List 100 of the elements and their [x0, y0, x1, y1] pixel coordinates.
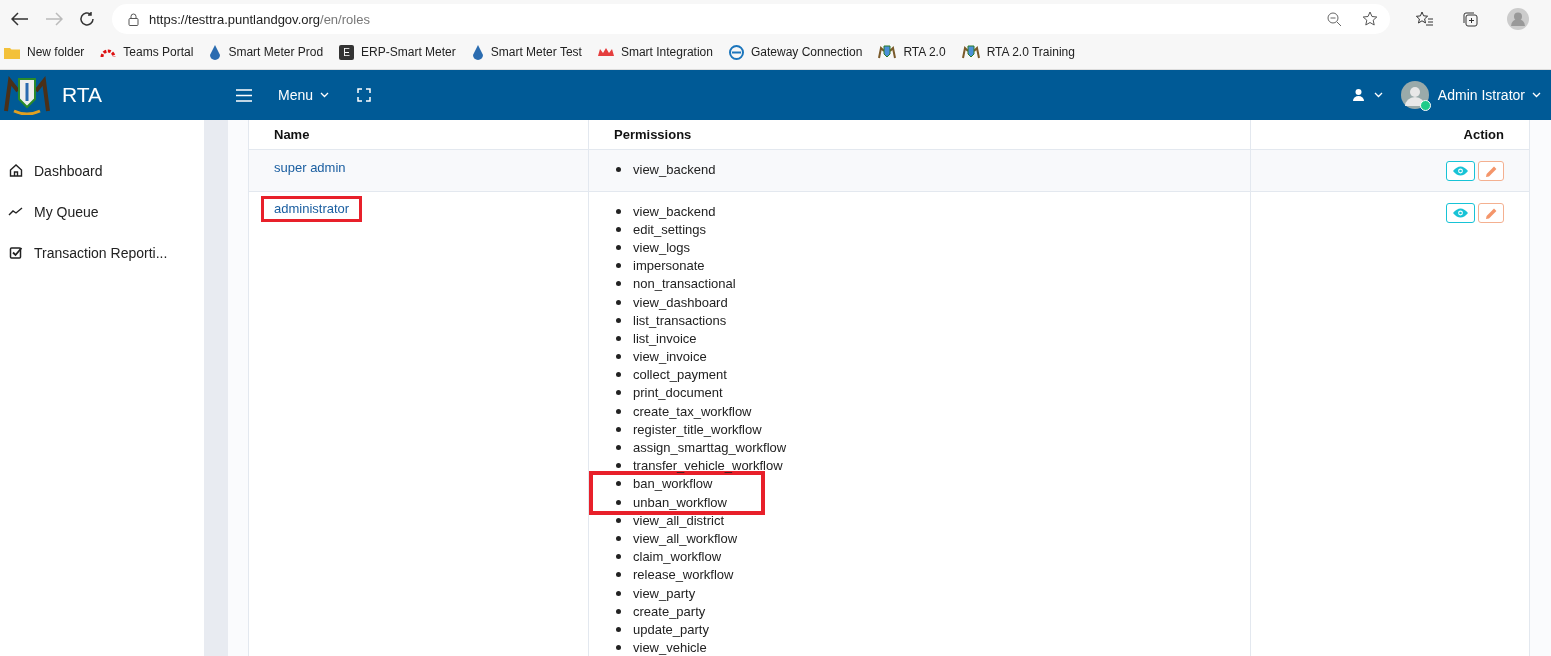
zoom-out-icon[interactable] — [1327, 11, 1342, 27]
permission-text: unban_workflow — [633, 494, 727, 510]
emblem-icon — [878, 44, 897, 60]
bullet-icon — [616, 481, 621, 487]
user-silhouette-icon — [1400, 81, 1429, 109]
column-header: Name — [274, 127, 310, 142]
permission-text: collect_payment — [633, 367, 727, 383]
bookmark[interactable]: New folder — [4, 45, 85, 59]
bullet-icon — [616, 626, 621, 632]
permission-text: register_title_workflow — [633, 421, 762, 437]
bookmark[interactable]: Smart Meter Prod — [209, 44, 324, 60]
chevron-down-icon — [1532, 92, 1541, 98]
bullet-icon — [616, 408, 621, 414]
role-name-link[interactable]: administrator — [261, 196, 363, 222]
emblem-icon — [961, 44, 980, 60]
permission-text: view_all_district — [633, 512, 725, 528]
bookmark[interactable]: Gateway Connection — [728, 44, 863, 60]
user-menu[interactable]: Admin Istrator — [1437, 87, 1541, 103]
permission-text: create_party — [633, 603, 706, 619]
back-icon[interactable] — [11, 12, 29, 26]
eye-icon — [1453, 166, 1468, 176]
chevron-down-icon[interactable] — [1373, 92, 1383, 98]
permission-text: list_invoice — [633, 330, 697, 346]
brand-name: RTA — [62, 83, 103, 107]
permission-text: view_logs — [633, 239, 691, 255]
permission-text: view_invoice — [633, 349, 707, 365]
sidebar-item[interactable]: Transaction Reporti... — [0, 232, 204, 273]
trend-line-icon — [8, 207, 24, 216]
bullet-icon — [616, 590, 621, 596]
role-name-link[interactable]: super admin — [271, 154, 349, 182]
checkbox-icon — [8, 246, 24, 259]
bullet-icon — [616, 535, 621, 541]
emblem-logo-icon — [2, 75, 52, 115]
bullet-icon — [616, 263, 621, 269]
bullet-icon — [616, 244, 621, 250]
bookmark[interactable]: RTA 2.0 — [878, 44, 946, 60]
user-icon[interactable] — [1352, 89, 1364, 101]
avatar[interactable] — [1400, 81, 1429, 109]
permission-text: view_backend — [633, 161, 716, 177]
home-icon — [8, 164, 24, 177]
pencil-icon — [1485, 207, 1497, 219]
bullet-icon — [616, 463, 621, 469]
permission-text: view_backend — [633, 203, 716, 219]
drop-icon — [209, 44, 222, 60]
bullet-icon — [616, 354, 621, 360]
fullscreen-icon[interactable] — [357, 88, 372, 102]
permission-text: print_document — [633, 385, 723, 401]
permission-text: view_all_workflow — [633, 530, 738, 546]
bullet-icon — [616, 226, 621, 232]
bullet-icon — [616, 517, 621, 523]
column-header: Permissions — [614, 127, 692, 142]
bookmark[interactable]: Smart Meter Test — [471, 44, 582, 60]
pencil-icon — [1485, 165, 1497, 177]
bookmark[interactable]: RTA 2.0 Training — [961, 44, 1075, 60]
sidebar-item[interactable]: Dashboard — [0, 150, 204, 191]
profile-icon[interactable] — [1507, 8, 1529, 30]
menu-icon[interactable] — [236, 88, 252, 102]
chevron-down-icon — [320, 92, 330, 98]
menu-dropdown[interactable]: Menu — [278, 87, 330, 103]
bullet-icon — [616, 317, 621, 323]
permission-text: claim_workflow — [633, 549, 722, 565]
bullet-icon — [616, 445, 621, 451]
url-text: https://testtra.puntlandgov.org/en/roles — [149, 11, 371, 27]
address-bar[interactable]: https://testtra.puntlandgov.org/en/roles — [112, 4, 1390, 34]
bullet-icon — [616, 390, 621, 396]
bookmark[interactable]: E ERP-Smart Meter — [339, 44, 456, 60]
bullet-icon — [616, 208, 621, 214]
favorite-add-icon[interactable] — [1362, 11, 1378, 27]
collections-icon[interactable] — [1462, 10, 1479, 28]
permission-text: release_workflow — [633, 567, 734, 583]
permission-text: impersonate — [633, 258, 705, 274]
permission-text: edit_settings — [633, 221, 706, 237]
column-header: Action — [1463, 127, 1504, 142]
bullet-icon — [616, 554, 621, 560]
permission-text: view_vehicle — [633, 640, 707, 656]
favorites-icon[interactable] — [1416, 11, 1434, 27]
lock-icon — [128, 12, 139, 26]
folder-icon — [4, 45, 20, 59]
permission-text: ban_workflow — [633, 476, 713, 492]
eye-icon — [1453, 208, 1468, 218]
bullet-icon — [616, 166, 621, 172]
bullet-icon — [616, 608, 621, 614]
bullet-icon — [616, 645, 621, 651]
bullet-icon — [616, 426, 621, 432]
permission-text: transfer_vehicle_workflow — [633, 458, 783, 474]
permission-text: view_party — [633, 585, 696, 601]
permission-text: non_transactional — [633, 276, 736, 292]
bookmark[interactable]: Smart Integration — [597, 45, 713, 59]
bullet-icon — [616, 281, 621, 287]
bullet-icon — [616, 299, 621, 305]
permission-text: view_dashboard — [633, 294, 728, 310]
bullet-icon — [616, 335, 621, 341]
permission-text: list_transactions — [633, 312, 727, 328]
reload-icon[interactable] — [79, 11, 95, 27]
bookmark[interactable]: Teams Portal — [100, 45, 194, 59]
sidebar-item[interactable]: My Queue — [0, 191, 204, 232]
bullet-icon — [616, 499, 621, 505]
permission-text: update_party — [633, 621, 709, 637]
permission-text: assign_smarttag_workflow — [633, 440, 787, 456]
crown-icon — [597, 47, 614, 57]
